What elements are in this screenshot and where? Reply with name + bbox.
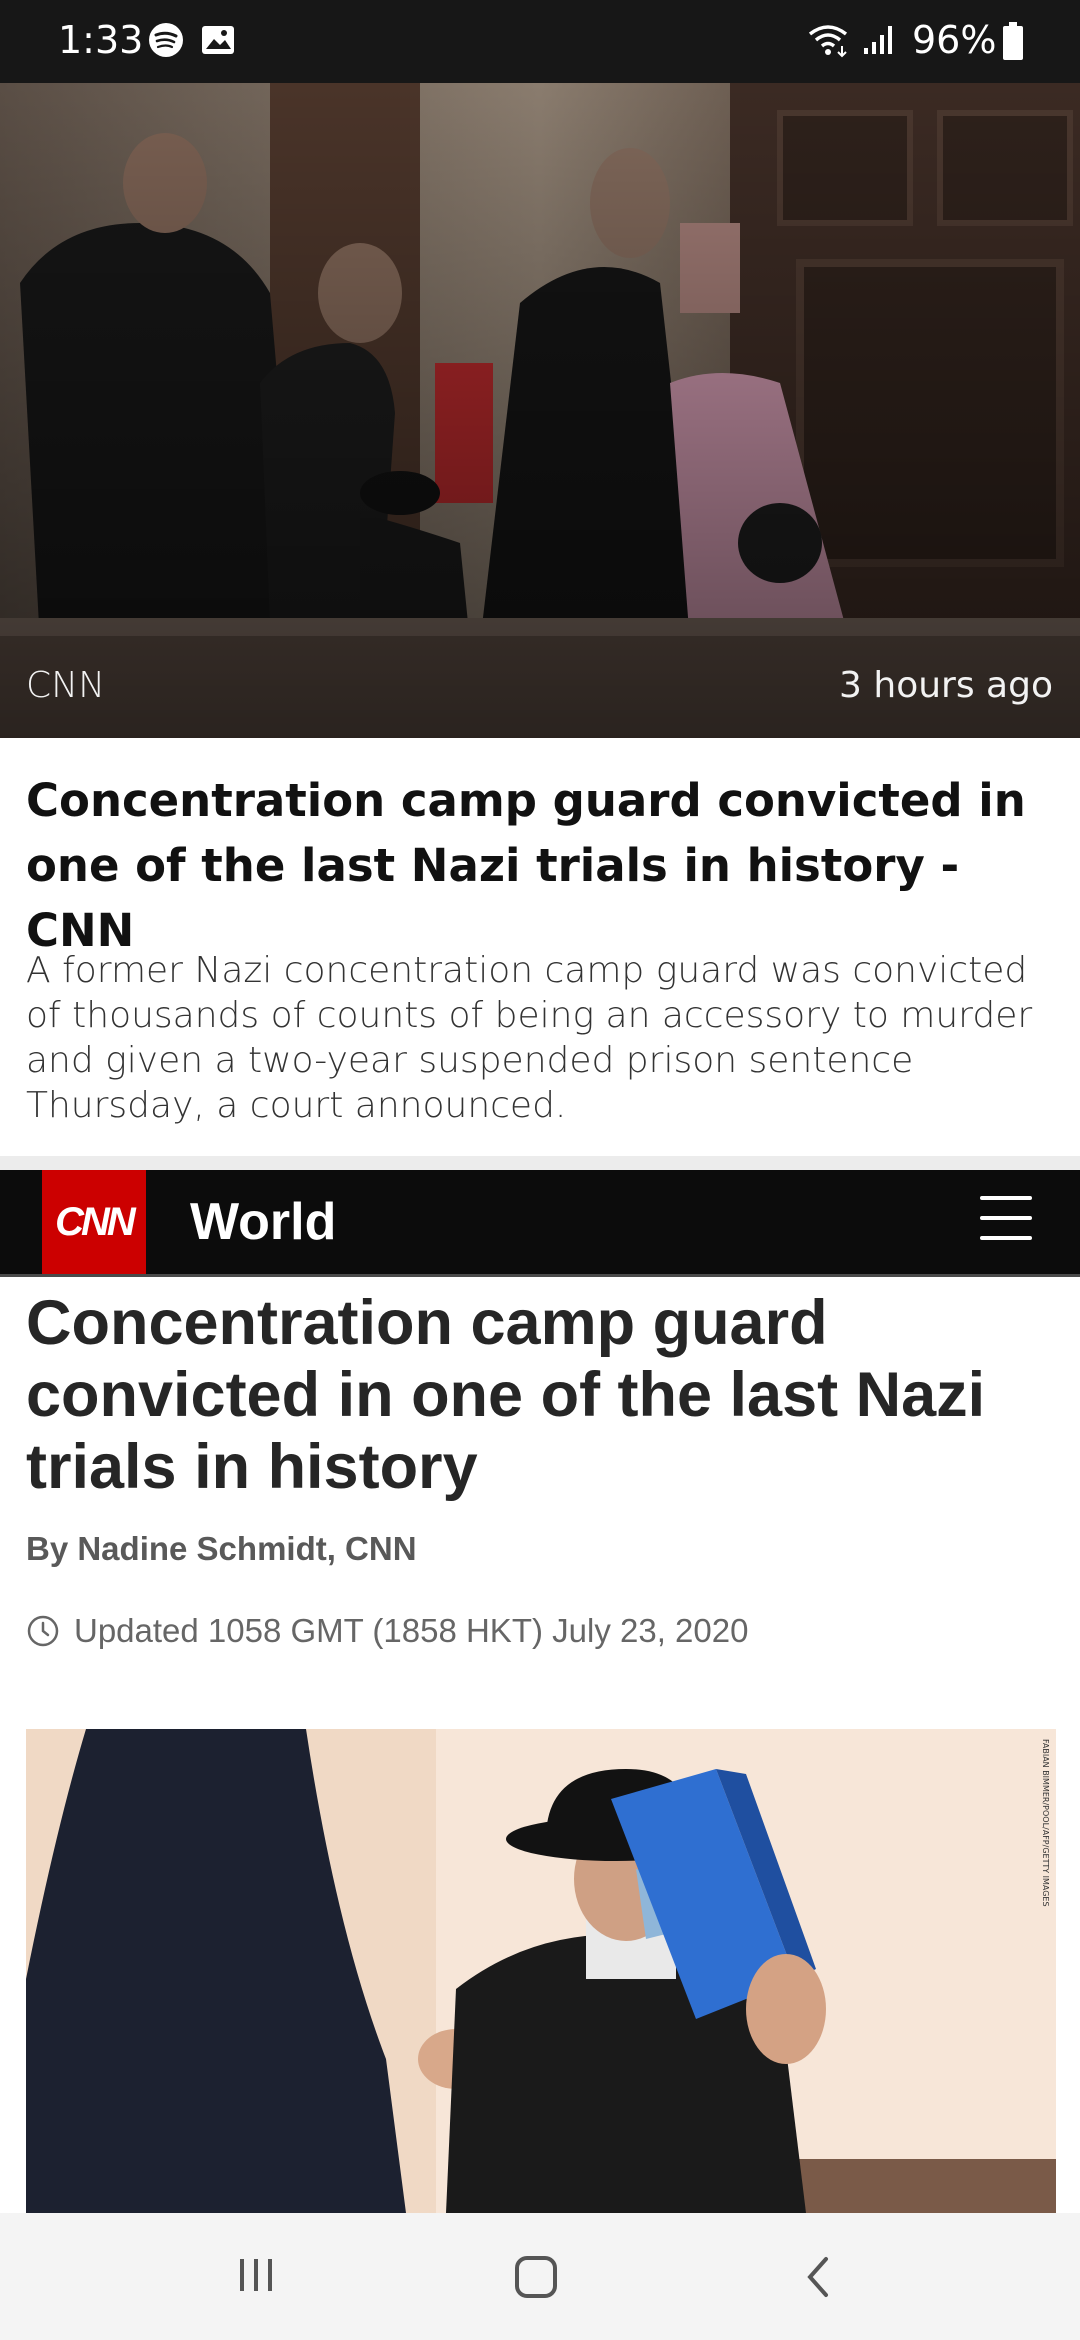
- hero-image[interactable]: CNN 3 hours ago: [0, 83, 1080, 738]
- article-headline: Concentration camp guard convicted in on…: [26, 1288, 986, 1502]
- updated-text: Updated 1058 GMT (1858 HKT) July 23, 202…: [74, 1612, 749, 1649]
- hero-time-ago: 3 hours ago: [839, 665, 1053, 706]
- hero-source: CNN: [26, 665, 105, 706]
- recent-apps-icon[interactable]: [234, 2253, 278, 2297]
- defendant-photo: [26, 1729, 1056, 2213]
- updated-timestamp: Updated 1058 GMT (1858 HKT) July 23, 202…: [26, 1612, 748, 1650]
- byline[interactable]: By Nadine Schmidt, CNN: [26, 1530, 417, 1568]
- news-card[interactable]: Concentration camp guard convicted in on…: [0, 738, 1080, 1156]
- cnn-logo-text: CNN: [55, 1199, 136, 1244]
- gallery-icon: [202, 26, 234, 54]
- article: Concentration camp guard convicted in on…: [0, 1277, 1080, 2213]
- card-title[interactable]: Concentration camp guard convicted in on…: [26, 768, 1056, 963]
- divider: [0, 1156, 1080, 1170]
- home-icon[interactable]: [512, 2253, 560, 2301]
- signal-icon: [864, 26, 892, 54]
- battery-icon: [1003, 22, 1023, 60]
- status-time: 1:33: [58, 18, 144, 62]
- article-photo[interactable]: FABIAN BIMMER/POOL/AFP/GETTY IMAGES: [26, 1729, 1056, 2213]
- back-icon[interactable]: [800, 2253, 836, 2301]
- cnn-header: CNN World: [0, 1170, 1080, 1277]
- card-summary: A former Nazi concentration camp guard w…: [26, 950, 1033, 1126]
- hamburger-menu-icon[interactable]: [980, 1196, 1032, 1248]
- cnn-logo[interactable]: CNN: [42, 1170, 146, 1274]
- wifi-icon: [808, 25, 848, 58]
- system-nav-bar: [0, 2213, 1080, 2340]
- spotify-icon: [149, 23, 183, 57]
- battery-percent: 96%: [912, 18, 997, 62]
- photo-credit: FABIAN BIMMER/POOL/AFP/GETTY IMAGES: [1041, 1739, 1050, 1907]
- courtroom-photo: [0, 83, 1080, 738]
- status-bar: 1:33 96%: [0, 0, 1080, 83]
- section-title[interactable]: World: [190, 1192, 336, 1252]
- clock-icon: [27, 1615, 59, 1647]
